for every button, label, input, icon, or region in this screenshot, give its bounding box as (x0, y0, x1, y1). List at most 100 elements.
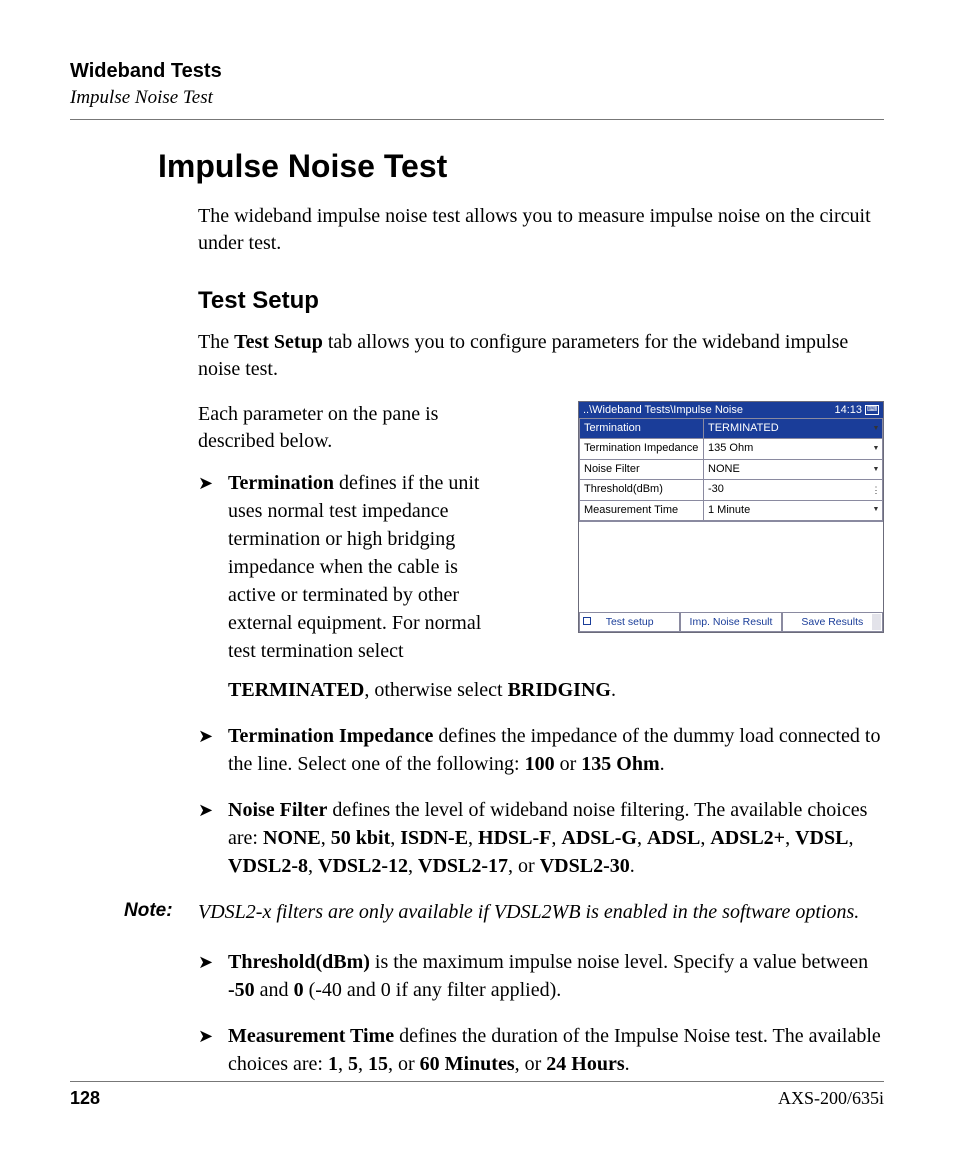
text: , or (515, 1053, 547, 1075)
page-footer: 128 AXS-200/635i (70, 1081, 884, 1109)
text-bold: ISDN-E (400, 827, 468, 849)
tab-test-setup[interactable]: Test setup (579, 612, 680, 632)
cell-label: Measurement Time (580, 500, 704, 520)
text-bold: 50 kbit (331, 827, 390, 849)
bullet-termination: Termination defines if the unit uses nor… (198, 469, 508, 665)
text-bold: 0 (294, 979, 304, 1001)
text-bold: TERMINATED (228, 679, 364, 701)
product-model: AXS-200/635i (778, 1088, 884, 1109)
table-row[interactable]: Noise Filter NONE▼ (580, 459, 883, 479)
screenshot-blank-area (579, 521, 883, 612)
spinner-icon[interactable]: ⋮ (871, 481, 881, 498)
chevron-down-icon[interactable]: ▼ (871, 440, 881, 457)
page-number: 128 (70, 1088, 100, 1109)
text: is the maximum impulse noise level. Spec… (370, 951, 868, 973)
keyboard-icon: ⌨ (865, 405, 879, 415)
page: Wideband Tests Impulse Noise Test Impuls… (0, 0, 954, 1159)
text: , (700, 827, 710, 849)
intro-paragraph: The wideband impulse noise test allows y… (198, 203, 884, 257)
header-rule (70, 119, 884, 120)
text-bold: VDSL2-12 (318, 855, 408, 877)
cell-value[interactable]: TERMINATED ▼ (704, 419, 883, 439)
text: defines if the unit uses normal test imp… (228, 472, 481, 662)
text: . (625, 1053, 630, 1075)
setup-paragraph: The Test Setup tab allows you to configu… (198, 329, 884, 383)
cell-label: Termination Impedance (580, 439, 704, 459)
bullet-termination-cont: TERMINATED, otherwise select BRIDGING. (228, 677, 884, 704)
text: , otherwise select (364, 679, 507, 701)
note-label: Note: (124, 898, 198, 926)
header-chapter: Wideband Tests (70, 60, 884, 83)
bullet-bold: Threshold(dBm) (228, 951, 370, 973)
text-bold: 24 Hours (546, 1053, 624, 1075)
clock-time: 14:13 (834, 404, 862, 416)
screenshot-titlebar: ..\Wideband Tests\Impulse Noise 14:13 ⌨ (579, 402, 883, 418)
value-text: -30 (708, 483, 724, 495)
text: , (468, 827, 478, 849)
subheading-test-setup: Test Setup (198, 287, 884, 315)
text: , or (388, 1053, 420, 1075)
text-bold: 5 (348, 1053, 358, 1075)
chevron-down-icon[interactable]: ▼ (871, 420, 881, 437)
chevron-down-icon[interactable]: ▼ (871, 502, 881, 519)
text-bold: 100 (525, 753, 555, 775)
page-title: Impulse Noise Test (158, 148, 884, 185)
text: (-40 and 0 if any filter applied). (304, 979, 562, 1001)
text: , (358, 1053, 368, 1075)
tab-save-results[interactable]: Save Results (782, 612, 883, 632)
text-bold: NONE (263, 827, 321, 849)
tab-imp-noise-result[interactable]: Imp. Noise Result (680, 612, 781, 632)
text: . (630, 855, 635, 877)
bullet-termination-impedance: Termination Impedance defines the impeda… (198, 722, 884, 778)
text: , (551, 827, 561, 849)
text-bold: VDSL2-30 (540, 855, 630, 877)
screenshot-breadcrumb: ..\Wideband Tests\Impulse Noise (583, 404, 743, 416)
cell-value[interactable]: 135 Ohm▼ (704, 439, 883, 459)
cell-value[interactable]: -30 ⋮ (704, 480, 883, 500)
screenshot-tabs: Test setup Imp. Noise Result Save Result… (579, 612, 883, 632)
text: , (308, 855, 318, 877)
text: , (637, 827, 647, 849)
bullet-bold: Noise Filter (228, 799, 327, 821)
bullet-bold: Measurement Time (228, 1025, 394, 1047)
text-bold: VDSL2-8 (228, 855, 308, 877)
text-bold: -50 (228, 979, 255, 1001)
table-row[interactable]: Termination Impedance 135 Ohm▼ (580, 439, 883, 459)
text: The (198, 331, 234, 353)
cell-value[interactable]: 1 Minute ▼ (704, 500, 883, 520)
text: , (785, 827, 795, 849)
text: , (848, 827, 853, 849)
cell-label: Noise Filter (580, 459, 704, 479)
text: . (660, 753, 665, 775)
bullet-measurement-time: Measurement Time defines the duration of… (198, 1022, 884, 1078)
text: , or (508, 855, 540, 877)
table-row[interactable]: Threshold(dBm) -30 ⋮ (580, 480, 883, 500)
table-row[interactable]: Termination TERMINATED▼ (580, 419, 883, 439)
text-bold: HDSL-F (478, 827, 551, 849)
bullet-noise-filter: Noise Filter defines the level of wideba… (198, 796, 884, 880)
bullet-term-bold: Termination (228, 472, 334, 494)
cell-label: Threshold(dBm) (580, 480, 704, 500)
float-row: Each parameter on the pane is described … (198, 401, 884, 683)
table-row[interactable]: Measurement Time 1 Minute ▼ (580, 500, 883, 520)
text-bold: ADSL-G (561, 827, 637, 849)
text-bold: 1 (328, 1053, 338, 1075)
screenshot-param-table: Termination TERMINATED▼ Termination Impe… (579, 418, 883, 521)
bullet-bold: Termination Impedance (228, 725, 433, 747)
text-bold: ADSL2+ (710, 827, 785, 849)
text-bold: 15 (368, 1053, 388, 1075)
text: , (408, 855, 418, 877)
header-section: Impulse Noise Test (70, 87, 884, 109)
cell-value[interactable]: NONE▼ (704, 459, 883, 479)
value-text: TERMINATED (708, 422, 779, 434)
chevron-down-icon[interactable]: ▼ (871, 461, 881, 478)
text-bold: 60 Minutes (420, 1053, 515, 1075)
text-bold: ADSL (647, 827, 700, 849)
value-text: 1 Minute (708, 504, 750, 516)
text: and (255, 979, 294, 1001)
text-bold: 135 Ohm (581, 753, 659, 775)
text-bold: Test Setup (234, 331, 323, 353)
text: , (321, 827, 331, 849)
text: or (555, 753, 582, 775)
text-bold: VDSL (795, 827, 848, 849)
